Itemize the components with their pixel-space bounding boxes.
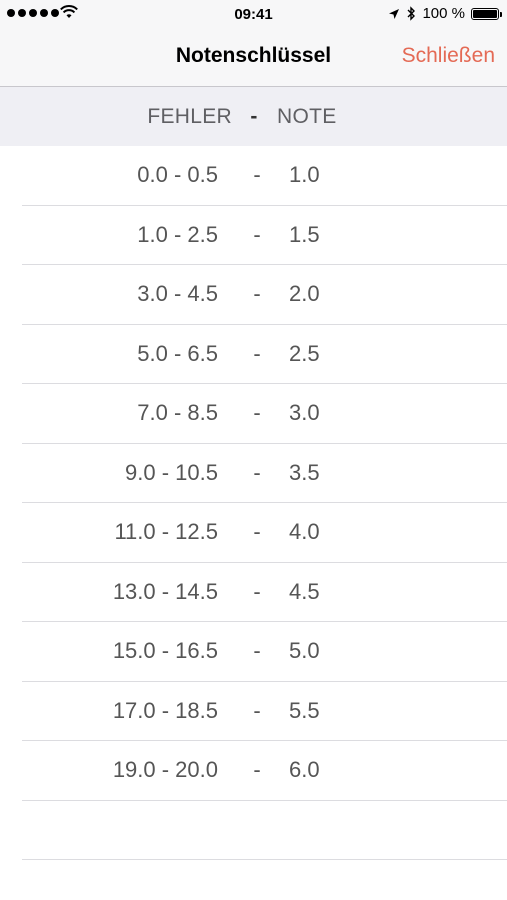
row-separator: -: [253, 221, 261, 247]
table-row: 15.0 - 16.5 - 5.0: [0, 622, 507, 682]
battery-icon: [471, 7, 502, 20]
header-grade: NOTE: [277, 105, 337, 128]
row-grade: 1.5: [289, 221, 320, 247]
table-row-empty: [0, 801, 507, 861]
row-grade: 2.5: [289, 340, 320, 366]
close-button[interactable]: Schließen: [402, 44, 495, 68]
row-grade: 4.0: [289, 519, 320, 544]
row-grade: 1.0: [289, 162, 320, 187]
table-row: 11.0 - 12.5 - 4.0: [0, 503, 507, 563]
table-row: 17.0 - 18.5 - 5.5: [0, 682, 507, 742]
row-separator: -: [253, 757, 261, 782]
row-separator: -: [253, 697, 261, 723]
table-row: 19.0 - 20.0 - 6.0: [0, 741, 507, 801]
table-row: 1.0 - 2.5 - 1.5: [0, 206, 507, 266]
row-range: 15.0 - 16.5: [112, 638, 218, 663]
row-grade: 3.0: [289, 400, 320, 425]
row-range: 11.0 - 12.5: [114, 519, 218, 544]
row-separator: -: [253, 340, 261, 366]
row-range: 7.0 - 8.5: [137, 400, 218, 425]
row-separator: -: [253, 459, 261, 485]
row-range: 0.0 - 0.5: [137, 162, 218, 187]
row-grade: 2.0: [289, 281, 320, 306]
table-row: 7.0 - 8.5 - 3.0: [0, 384, 507, 444]
row-range: 17.0 - 18.5: [112, 697, 218, 723]
table-row: 0.0 - 0.5 - 1.0: [0, 146, 507, 206]
row-separator: -: [253, 578, 261, 604]
row-range: 5.0 - 6.5: [137, 340, 218, 366]
row-range: 1.0 - 2.5: [137, 221, 218, 247]
table-row: 13.0 - 14.5 - 4.5: [0, 563, 507, 623]
table-header: FEHLER - NOTE: [0, 87, 507, 146]
row-separator: -: [253, 519, 261, 544]
row-separator: -: [253, 638, 261, 663]
row-grade: 5.0: [289, 638, 320, 663]
bluetooth-icon: [407, 6, 416, 21]
row-separator: -: [253, 281, 261, 306]
battery-percent: 100 %: [422, 5, 465, 22]
row-range: 3.0 - 4.5: [137, 281, 218, 306]
grade-table: 0.0 - 0.5 - 1.0 1.0 - 2.5 - 1.5 3.0 - 4.…: [0, 146, 507, 860]
row-grade: 6.0: [289, 757, 320, 782]
header-separator: -: [250, 105, 258, 128]
row-range: 13.0 - 14.5: [112, 578, 218, 604]
row-separator: -: [253, 400, 261, 425]
navigation-bar: 09:41 100 % Notenschlüssel Schließen: [0, 0, 507, 87]
table-row: 5.0 - 6.5 - 2.5: [0, 325, 507, 385]
header-errors: FEHLER: [147, 105, 232, 128]
table-row: 3.0 - 4.5 - 2.0: [0, 265, 507, 325]
row-range: 19.0 - 20.0: [112, 757, 218, 782]
status-right: 100 %: [388, 5, 502, 22]
row-range: 9.0 - 10.5: [125, 459, 218, 485]
table-row: 9.0 - 10.5 - 3.5: [0, 444, 507, 504]
location-arrow-icon: [389, 8, 400, 19]
row-grade: 4.5: [289, 578, 320, 604]
status-bar: 09:41 100 %: [0, 0, 507, 32]
row-grade: 5.5: [289, 697, 320, 723]
row-separator: -: [253, 162, 261, 187]
row-grade: 3.5: [289, 459, 320, 485]
